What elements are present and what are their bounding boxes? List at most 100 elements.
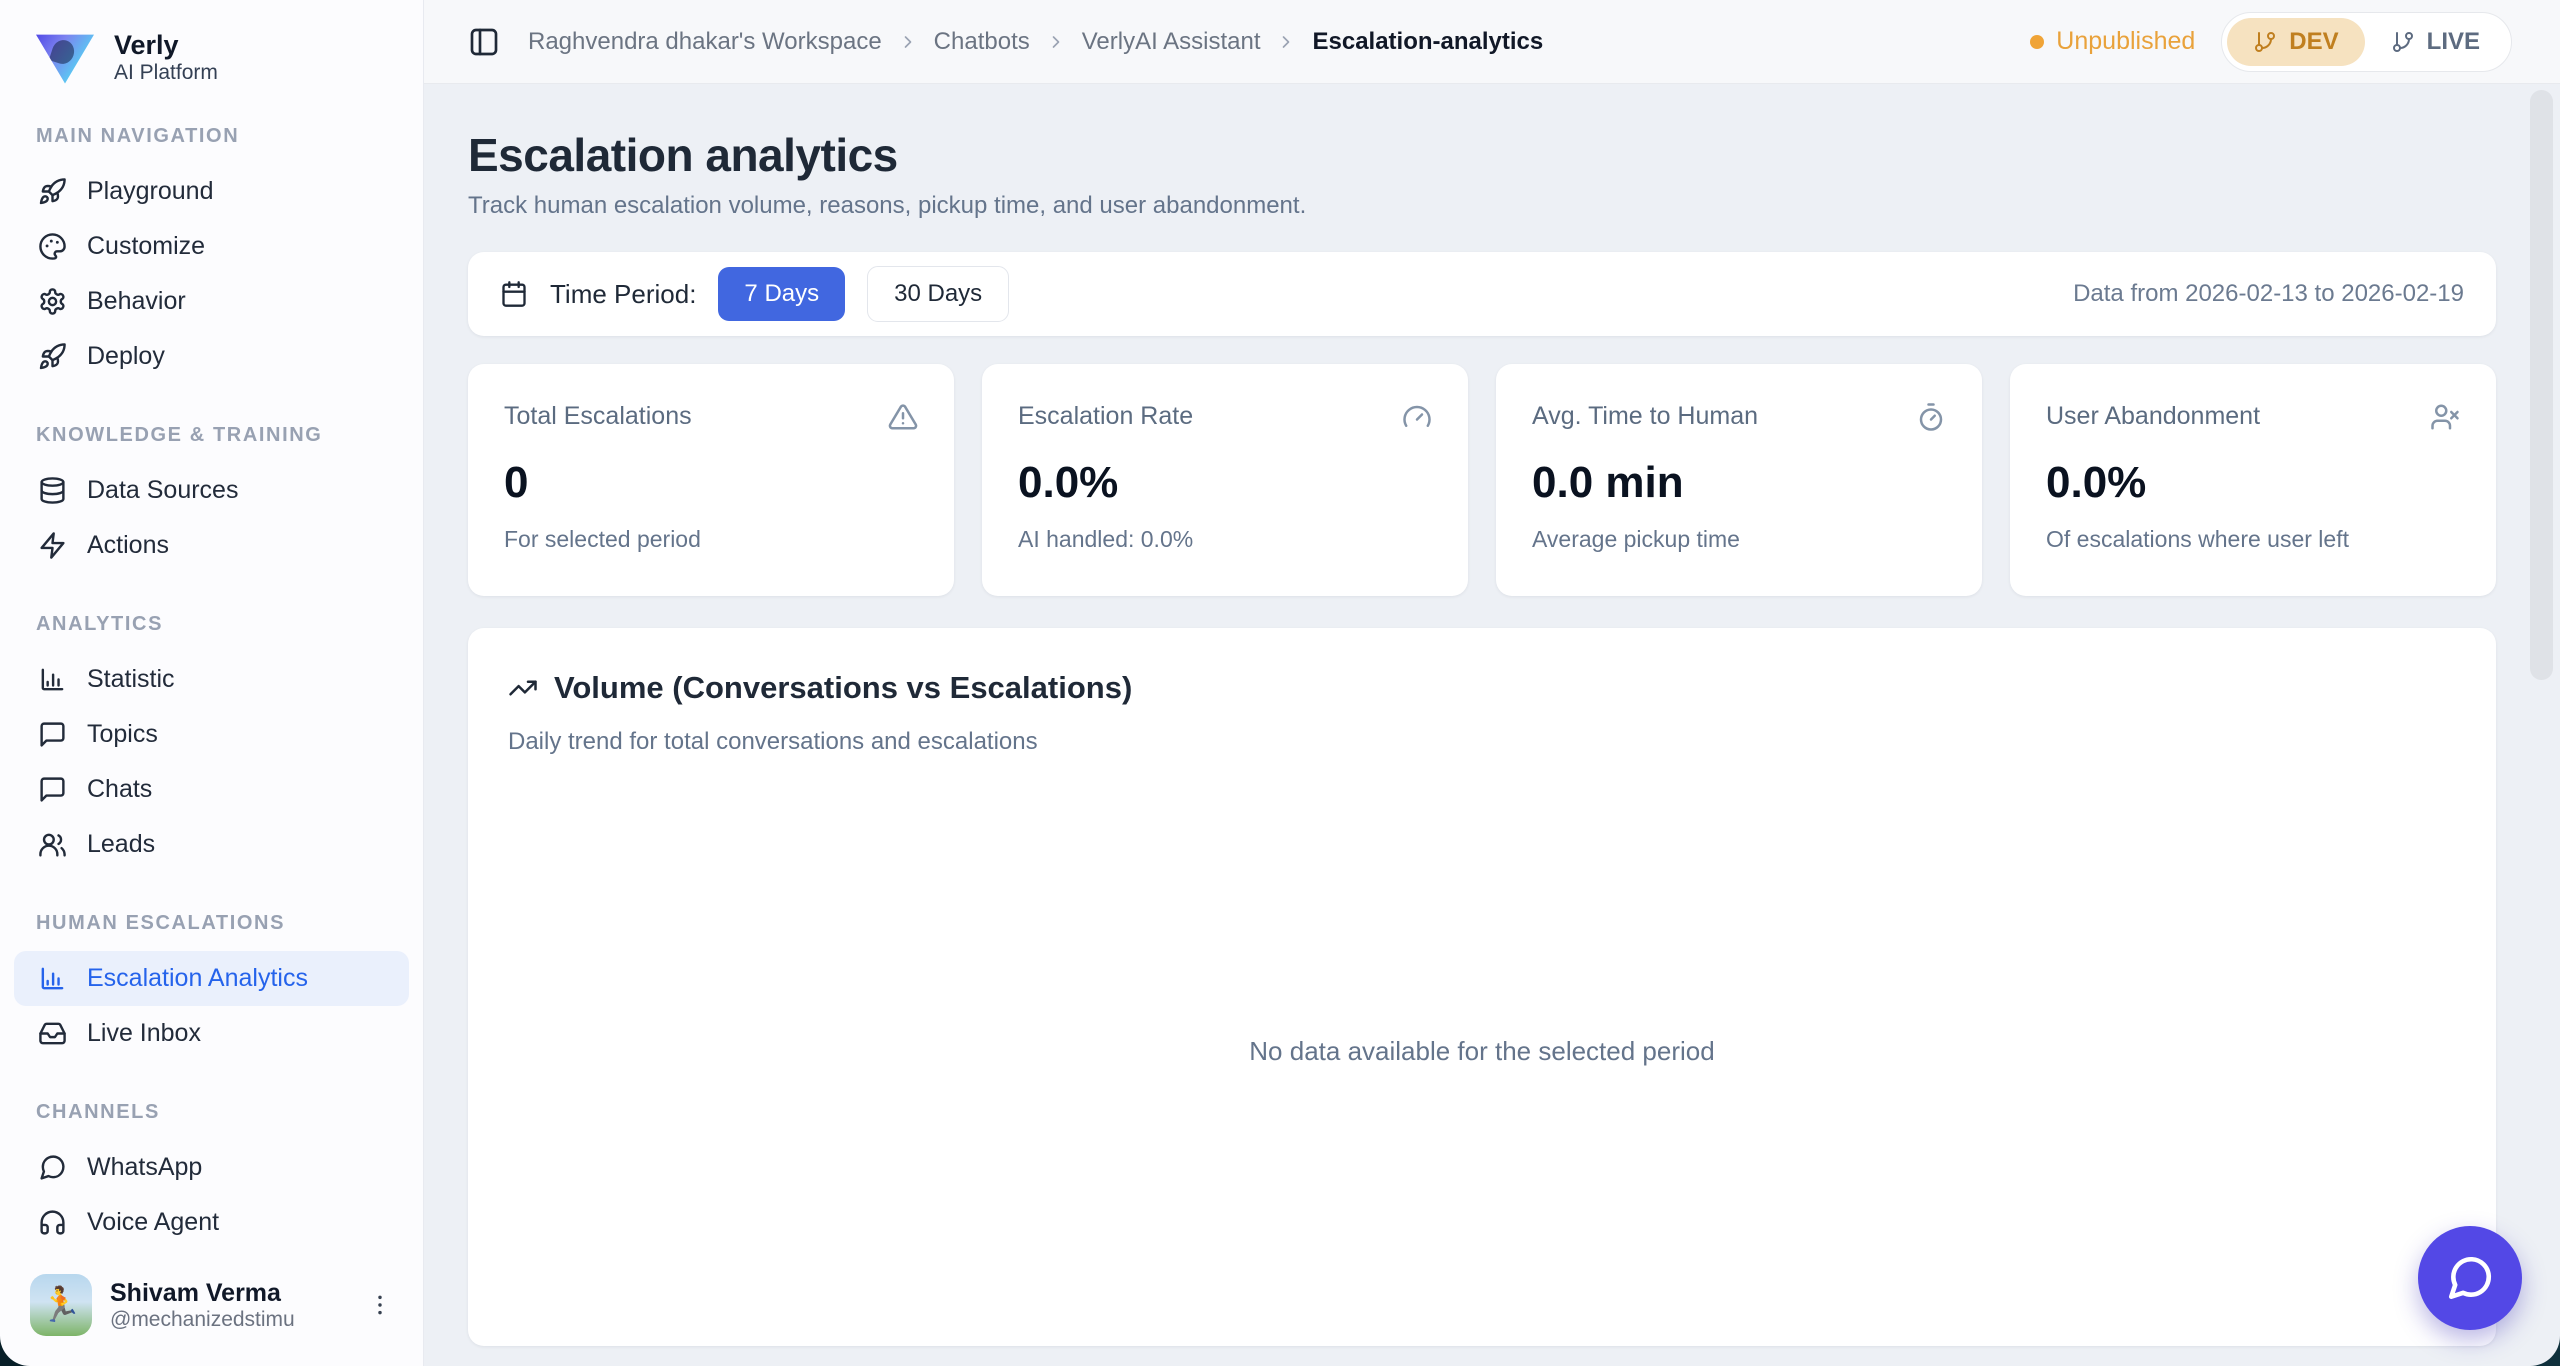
message-circle-icon [38, 1153, 67, 1182]
chart-title: Volume (Conversations vs Escalations) [554, 670, 1133, 705]
sidebar-item-label: Data Sources [87, 476, 239, 505]
page-content: Escalation analytics Track human escalat… [424, 84, 2560, 1366]
page-subtitle: Track human escalation volume, reasons, … [468, 192, 1307, 219]
stat-card-escalation-rate: Escalation Rate 0.0% AI handled: 0.0% [982, 364, 1468, 596]
section-title-human-escalations: HUMAN ESCALATIONS [36, 912, 286, 935]
sidebar-item-statistic[interactable]: Statistic [14, 652, 409, 707]
sidebar-item-actions[interactable]: Actions [14, 518, 409, 573]
calendar-icon [500, 280, 528, 308]
sidebar-item-label: Statistic [87, 665, 175, 694]
user-handle: @mechanizedstimu [110, 1308, 295, 1331]
gauge-icon [1402, 402, 1432, 432]
users-icon [38, 830, 67, 859]
sidebar-item-voice-agent[interactable]: Voice Agent [14, 1195, 409, 1248]
inbox-icon [38, 1019, 67, 1048]
sidebar-item-label: Live Inbox [87, 1019, 201, 1048]
brand: Verly AI Platform [0, 30, 423, 85]
chart-subtitle: Daily trend for total conversations and … [508, 728, 1038, 755]
sidebar-item-topics[interactable]: Topics [14, 707, 409, 762]
sidebar-item-label: Leads [87, 830, 156, 859]
avatar-emoji: 🏃 [39, 1286, 83, 1324]
zap-icon [38, 531, 67, 560]
stat-card-total-escalations: Total Escalations 0 For selected period [468, 364, 954, 596]
sidebar-item-deploy[interactable]: Deploy [14, 329, 409, 384]
sidebar-item-label: WhatsApp [87, 1153, 203, 1182]
section-title-channels: CHANNELS [36, 1101, 160, 1124]
rocket-icon [38, 177, 67, 206]
brand-name: Verly [114, 30, 179, 60]
chat-widget-button[interactable] [2418, 1226, 2522, 1330]
sidebar-item-leads[interactable]: Leads [14, 817, 409, 872]
sidebar: Verly AI Platform MAIN NAVIGATION Playgr… [0, 0, 424, 1366]
user-x-icon [2430, 402, 2460, 432]
stat-subtext: AI handled: 0.0% [1018, 526, 1194, 552]
stat-card-user-abandonment: User Abandonment 0.0% Of escalations whe… [2010, 364, 2496, 596]
stat-value: 0.0% [2046, 458, 2147, 507]
git-branch-icon [2391, 30, 2415, 54]
sidebar-item-behavior[interactable]: Behavior [14, 274, 409, 329]
stat-value: 0 [504, 458, 529, 507]
message-square-icon [38, 775, 67, 804]
sidebar-item-label: Topics [87, 720, 158, 749]
scrollbar-thumb[interactable] [2530, 90, 2553, 680]
timer-icon [1916, 402, 1946, 432]
sidebar-item-playground[interactable]: Playground [14, 164, 409, 219]
sidebar-item-label: Behavior [87, 287, 186, 316]
breadcrumb-chatbots[interactable]: Chatbots [934, 28, 1030, 56]
stat-card-avg-time-to-human: Avg. Time to Human 0.0 min Average picku… [1496, 364, 1982, 596]
rocket-icon [38, 342, 67, 371]
live-toggle-label: LIVE [2426, 27, 2480, 55]
live-toggle-button[interactable]: LIVE [2365, 18, 2506, 66]
gear-icon [38, 287, 67, 316]
verly-logo-icon [36, 34, 94, 84]
stat-label: Avg. Time to Human [1532, 402, 1759, 430]
chevron-right-icon [898, 32, 918, 52]
section-title-analytics: ANALYTICS [36, 613, 164, 636]
sidebar-item-customize[interactable]: Customize [14, 219, 409, 274]
stat-cards-row: Total Escalations 0 For selected period … [468, 364, 2496, 596]
dev-toggle-label: DEV [2289, 27, 2339, 55]
stat-value: 0.0% [1018, 458, 1119, 507]
breadcrumb-assistant[interactable]: VerlyAI Assistant [1082, 28, 1261, 56]
sidebar-item-label: Actions [87, 531, 169, 560]
headphones-icon [38, 1208, 67, 1237]
sidebar-item-whatsapp[interactable]: WhatsApp [14, 1140, 409, 1195]
app-window: Verly AI Platform MAIN NAVIGATION Playgr… [0, 0, 2560, 1366]
sidebar-item-label: Customize [87, 232, 206, 261]
chevron-right-icon [1276, 32, 1296, 52]
time-period-7-days-button[interactable]: 7 Days [718, 267, 846, 321]
time-period-label: Time Period: [550, 278, 697, 309]
dev-toggle-button[interactable]: DEV [2227, 17, 2365, 66]
alert-triangle-icon [888, 402, 918, 432]
sidebar-item-label: Deploy [87, 342, 165, 371]
stat-value: 0.0 min [1532, 458, 1684, 507]
panel-left-icon[interactable] [468, 26, 500, 58]
breadcrumb-workspace[interactable]: Raghvendra dhakar's Workspace [528, 28, 882, 56]
volume-chart-card: Volume (Conversations vs Escalations) Da… [468, 628, 2496, 1346]
section-title-knowledge-training: KNOWLEDGE & TRAINING [36, 424, 323, 447]
user-profile[interactable]: 🏃 Shivam Verma @mechanizedstimu [0, 1248, 423, 1366]
sidebar-item-escalation-analytics[interactable]: Escalation Analytics [14, 951, 409, 1007]
publish-status-label: Unpublished [2056, 27, 2196, 55]
bar-chart-icon [38, 964, 67, 993]
chart-empty-message: No data available for the selected perio… [1249, 1035, 1715, 1066]
git-branch-icon [2253, 30, 2277, 54]
time-period-bar: Time Period: 7 Days 30 Days Data from 20… [468, 252, 2496, 336]
trending-up-icon [508, 673, 538, 703]
sidebar-item-live-inbox[interactable]: Live Inbox [14, 1006, 409, 1061]
breadcrumb: Raghvendra dhakar's Workspace Chatbots V… [528, 28, 1543, 56]
chevron-right-icon [1046, 32, 1066, 52]
chart-plot-area: No data available for the selected perio… [508, 756, 2456, 1346]
time-period-30-days-button[interactable]: 30 Days [867, 266, 1010, 322]
date-range-note: Data from 2026-02-13 to 2026-02-19 [2073, 280, 2464, 307]
sidebar-item-label: Voice Agent [87, 1208, 220, 1237]
sidebar-item-chats[interactable]: Chats [14, 762, 409, 817]
more-vertical-icon[interactable] [367, 1292, 393, 1318]
sidebar-item-data-sources[interactable]: Data Sources [14, 463, 409, 518]
breadcrumb-current-page: Escalation-analytics [1312, 27, 1544, 55]
page-title: Escalation analytics [468, 129, 898, 181]
stat-label: Escalation Rate [1018, 402, 1194, 430]
message-circle-icon [2445, 1253, 2495, 1303]
sidebar-item-label: Escalation Analytics [87, 964, 308, 993]
stat-subtext: For selected period [504, 526, 701, 552]
